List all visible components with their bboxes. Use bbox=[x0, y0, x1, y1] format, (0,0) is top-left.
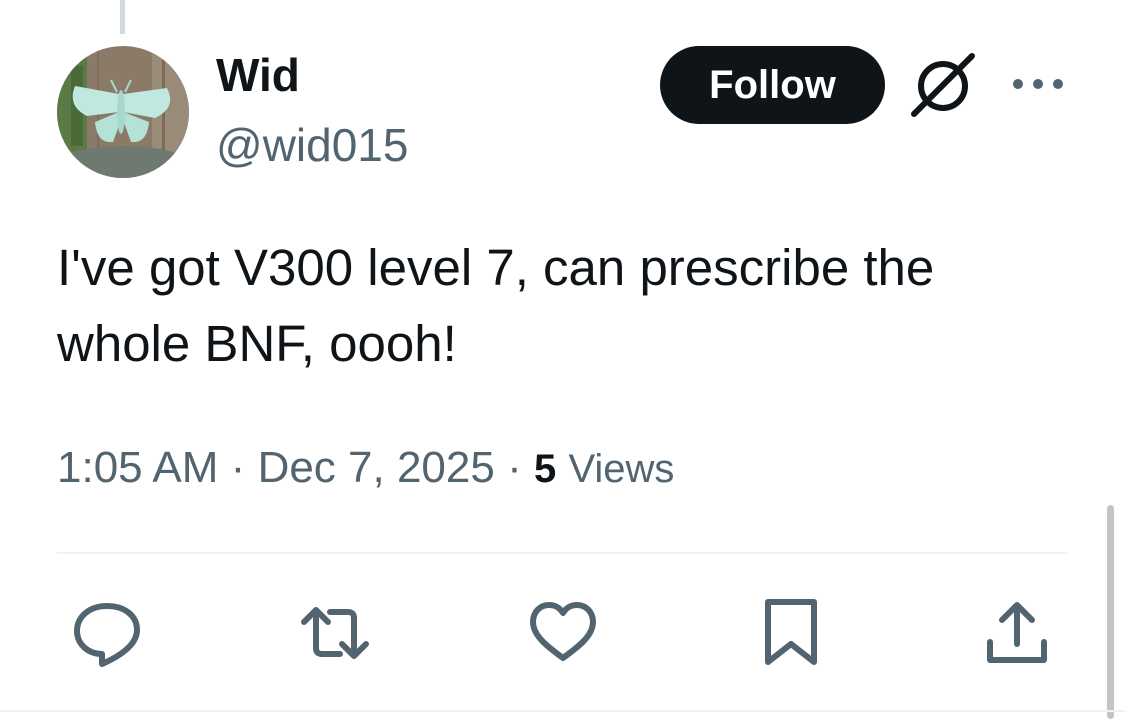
user-handle[interactable]: @wid015 bbox=[216, 122, 408, 168]
share-icon[interactable] bbox=[982, 598, 1052, 668]
retweet-icon[interactable] bbox=[300, 598, 370, 668]
follow-button[interactable]: Follow bbox=[660, 46, 885, 124]
display-name[interactable]: Wid bbox=[216, 52, 300, 98]
reply-icon[interactable] bbox=[72, 598, 142, 668]
tweet-detail-page: Wid @wid015 Follow I've got V300 level 7… bbox=[0, 0, 1125, 719]
tweet-text: I've got V300 level 7, can prescribe the… bbox=[57, 239, 935, 372]
avatar[interactable] bbox=[57, 46, 189, 178]
thread-connector-line bbox=[120, 0, 125, 34]
like-icon[interactable] bbox=[528, 598, 598, 668]
tweet-date[interactable]: Dec 7, 2025 bbox=[258, 443, 495, 492]
grok-icon[interactable] bbox=[908, 52, 978, 118]
bookmark-icon[interactable] bbox=[756, 598, 826, 668]
divider bbox=[57, 552, 1068, 554]
scrollbar[interactable] bbox=[1107, 505, 1114, 719]
views-label: Views bbox=[568, 447, 675, 491]
meta-separator: · bbox=[507, 443, 522, 492]
tweet-time[interactable]: 1:05 AM bbox=[57, 443, 218, 492]
tweet-metadata: 1:05 AM · Dec 7, 2025 · 5 Views bbox=[57, 442, 674, 495]
bottom-border bbox=[0, 710, 1125, 712]
more-icon[interactable] bbox=[1010, 70, 1066, 98]
meta-separator: · bbox=[230, 443, 246, 492]
views-count[interactable]: 5 bbox=[534, 447, 556, 491]
green-moth-avatar-icon bbox=[57, 46, 189, 178]
